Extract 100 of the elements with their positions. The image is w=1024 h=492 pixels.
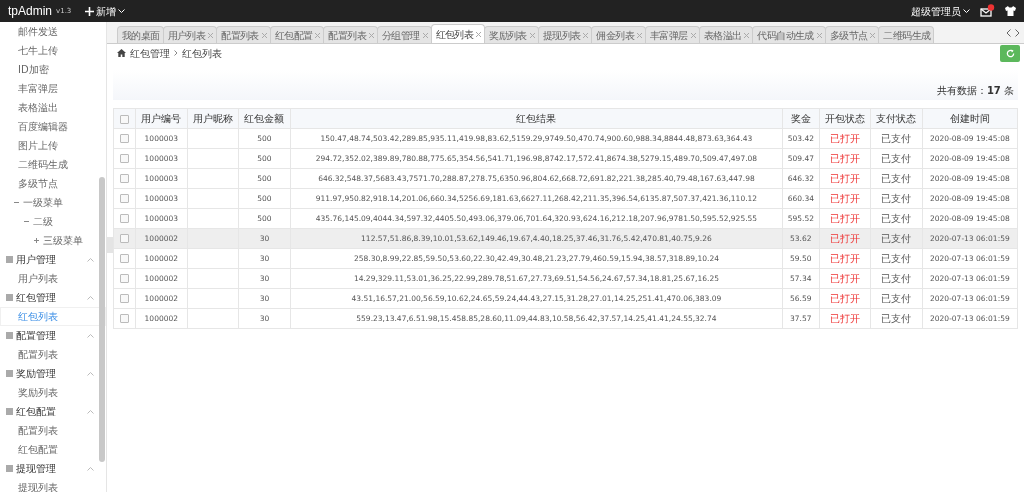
sidebar-item[interactable]: 百度编辑器 — [0, 117, 106, 136]
close-icon[interactable] — [208, 32, 214, 38]
close-icon[interactable] — [529, 32, 535, 38]
sidebar-item[interactable]: 奖励列表 — [0, 383, 106, 402]
menu-group[interactable]: 提现管理 — [0, 459, 106, 478]
column-header: 支付状态 — [870, 108, 923, 129]
sidebar-item[interactable]: 二维码生成 — [0, 155, 106, 174]
tab[interactable]: 丰富弹层 — [645, 26, 700, 43]
shirt-icon[interactable] — [1005, 6, 1016, 16]
checkbox[interactable] — [120, 194, 129, 204]
close-icon[interactable] — [870, 32, 876, 38]
tab[interactable]: 奖励列表 — [484, 26, 539, 43]
caret-icon — [963, 8, 970, 14]
chevron-right-icon[interactable] — [1015, 28, 1020, 37]
sidebar-item[interactable]: 用户列表 — [0, 269, 106, 288]
checkbox[interactable] — [120, 114, 129, 124]
menu-group[interactable]: 用户管理 — [0, 250, 106, 269]
table-cell: 已打开 — [819, 188, 871, 209]
add-menu[interactable]: 新增 — [85, 3, 126, 19]
tab[interactable]: 提现列表 — [537, 26, 593, 43]
close-icon[interactable] — [583, 32, 589, 38]
tab[interactable]: 代码自动生成 — [752, 26, 826, 43]
tab[interactable]: 红包列表 — [430, 24, 486, 43]
column-header: 红包金额 — [238, 108, 291, 129]
sidebar-item[interactable]: 多级节点 — [0, 174, 106, 193]
tab[interactable]: 我的桌面 — [117, 26, 164, 43]
close-icon[interactable] — [261, 32, 267, 38]
plus-icon — [85, 6, 95, 16]
tab[interactable]: 表格溢出 — [698, 26, 754, 43]
table-cell: 已打开 — [819, 208, 871, 229]
checkbox[interactable] — [120, 314, 129, 324]
refresh-button[interactable] — [1000, 45, 1020, 62]
tab[interactable]: 用户列表 — [162, 26, 218, 43]
home-icon[interactable] — [117, 49, 126, 57]
app-brand[interactable]: tpAdmin — [8, 2, 53, 20]
sidebar-item[interactable]: 邮件发送 — [0, 22, 106, 41]
tab[interactable]: 多级节点 — [824, 26, 880, 43]
menu-group[interactable]: 红包配置 — [0, 402, 106, 421]
sidebar-item[interactable]: 丰富弹层 — [0, 79, 106, 98]
mail-icon[interactable] — [980, 4, 995, 18]
tab[interactable]: 红包配置 — [269, 26, 325, 43]
table-cell: 已支付 — [870, 148, 923, 169]
chevron-icon — [174, 50, 178, 56]
tree-item[interactable]: 二级 — [0, 212, 106, 231]
close-icon[interactable] — [744, 32, 750, 38]
close-icon[interactable] — [476, 31, 482, 37]
checkbox[interactable] — [120, 134, 129, 144]
checkbox[interactable] — [120, 294, 129, 304]
sidebar-item[interactable]: 配置列表 — [0, 421, 106, 440]
tree-item[interactable]: 三级菜单 — [0, 231, 106, 250]
chevron-left-icon[interactable] — [1006, 28, 1011, 37]
sidebar-item[interactable]: 表格溢出 — [0, 98, 106, 117]
menu-group[interactable]: 奖励管理 — [0, 364, 106, 383]
table-cell: 已打开 — [819, 248, 871, 269]
column-header: 用户编号 — [135, 108, 188, 129]
sidebar-item[interactable]: 提现列表 — [0, 478, 106, 492]
checkbox[interactable] — [120, 154, 129, 164]
checkbox[interactable] — [120, 174, 129, 184]
close-icon[interactable] — [422, 32, 428, 38]
scrollbar[interactable] — [99, 177, 105, 462]
grid-icon — [6, 370, 13, 377]
tab[interactable]: 配置列表 — [216, 26, 271, 43]
table-cell: 已打开 — [819, 288, 871, 309]
table-cell: 已支付 — [870, 248, 923, 269]
menu-group[interactable]: 红包管理 — [0, 288, 106, 307]
sidebar-toggle[interactable] — [107, 237, 113, 253]
checkbox[interactable] — [120, 234, 129, 244]
sidebar-item[interactable]: ID加密 — [0, 60, 106, 79]
column-header: 奖金 — [782, 108, 820, 129]
column-header: 创建时间 — [922, 108, 1018, 129]
menu-group[interactable]: 配置管理 — [0, 326, 106, 345]
record-count: 共有数据：17 条 — [936, 84, 1014, 98]
tab[interactable]: 佣金列表 — [591, 26, 647, 43]
column-header: 开包状态 — [819, 108, 871, 129]
tree-item[interactable]: 一级菜单 — [0, 193, 106, 212]
grid-icon — [6, 465, 13, 472]
table-cell: 已打开 — [819, 168, 871, 189]
grid-icon — [6, 332, 13, 339]
sidebar-item[interactable]: 红包配置 — [0, 440, 106, 459]
close-icon[interactable] — [369, 32, 375, 38]
sidebar-item[interactable]: 红包列表 — [0, 307, 106, 326]
sidebar-item[interactable]: 配置列表 — [0, 345, 106, 364]
tab[interactable]: 分组管理 — [377, 26, 432, 43]
table-cell: 已支付 — [870, 268, 923, 289]
close-icon[interactable] — [816, 32, 822, 38]
close-icon[interactable] — [690, 32, 696, 38]
close-icon[interactable] — [637, 32, 643, 38]
table-cell: 已支付 — [870, 308, 923, 329]
sidebar-item[interactable]: 七牛上传 — [0, 41, 106, 60]
table-cell: 已支付 — [870, 288, 923, 309]
checkbox[interactable] — [120, 254, 129, 264]
sidebar-item[interactable]: 图片上传 — [0, 136, 106, 155]
tab[interactable]: 配置列表 — [323, 26, 379, 43]
checkbox[interactable] — [120, 214, 129, 224]
breadcrumb-item[interactable]: 红包管理 — [130, 45, 170, 61]
checkbox[interactable] — [120, 274, 129, 284]
user-menu[interactable]: 超级管理员 — [911, 3, 970, 19]
refresh-icon — [1005, 49, 1015, 58]
tab[interactable]: 二维码生成 — [878, 26, 935, 43]
close-icon[interactable] — [315, 32, 321, 38]
